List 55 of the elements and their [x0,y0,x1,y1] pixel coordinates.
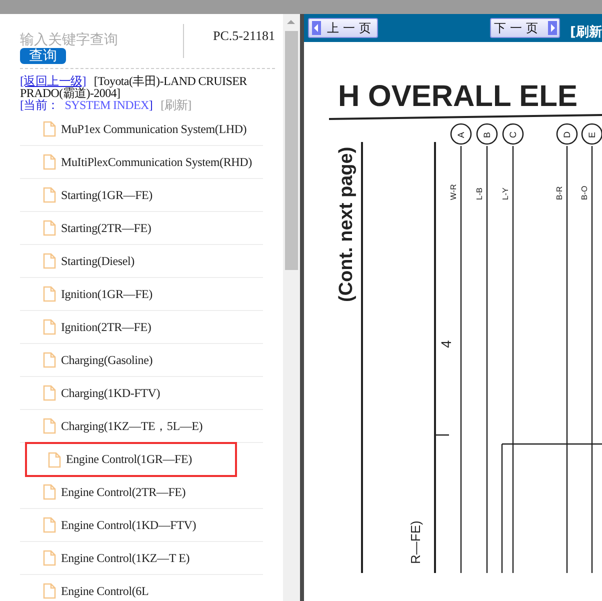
document-icon [43,187,56,203]
back-link[interactable]: [返回上一级] [20,74,86,88]
list-item[interactable]: Charging(Gasoline) [20,344,263,377]
document-icon [43,418,56,434]
wire-label: L-B [475,188,484,200]
document-icon [43,517,56,533]
partial-label: R—FE) [408,520,423,564]
list-item[interactable]: MuP1ex Communication System(LHD) [20,113,263,146]
diagram-heading: H OVERALL ELE [338,80,578,113]
list-item[interactable]: Engine Control(1KZ—T E) [20,542,263,575]
previous-page-button[interactable]: 上一页 [308,18,378,38]
list-item[interactable]: Charging(1KD-FTV) [20,377,263,410]
document-icon [43,220,56,236]
list-item[interactable]: Engine Control(1GR—FE) [25,442,237,477]
document-icon [43,319,56,335]
connector-letter: E [587,132,597,138]
refresh-link[interactable]: [刷新 [570,23,602,41]
page-code: PC.5-21181 [212,27,275,45]
wire-label: W-R [449,184,458,200]
connector-letter: A [456,132,466,138]
wire-label: B-R [555,186,564,200]
connector-letter: D [562,132,572,138]
next-page-button[interactable]: 下一页 [490,18,560,38]
document-icon [43,121,56,137]
current-link[interactable]: SYSTEM INDEX [64,98,149,112]
list-item[interactable]: Charging(1KZ—TE，5L—E) [20,410,263,443]
list-item[interactable]: Ignition(2TR—FE) [20,311,263,344]
document-icon [43,154,56,170]
list-item[interactable]: Ignition(1GR—FE) [20,278,263,311]
scrollbar-thumb[interactable] [285,31,298,270]
connector-letter: C [508,132,518,138]
connector-letter: B [482,132,492,138]
list-item[interactable]: Engine Control(2TR—FE) [20,476,263,509]
list-item[interactable]: Engine Control(6L [20,575,263,601]
side-note: (Cont. next page) [336,146,357,302]
wire-label: L-Y [501,188,510,200]
list-item[interactable]: Starting(Diesel) [20,245,263,278]
diagram-number: 4 [438,340,454,348]
document-icon [43,286,56,302]
document-icon [43,253,56,269]
list-item[interactable]: MuItiPlexCommunication System(RHD) [20,146,263,179]
document-icon [48,452,61,468]
list-item[interactable]: Starting(1GR—FE) [20,179,263,212]
list-item[interactable]: Engine Control(1KD—FTV) [20,509,263,542]
document-icon [43,385,56,401]
list-item[interactable]: Starting(2TR—FE) [20,212,263,245]
scroll-up-icon[interactable] [287,20,295,24]
left-arrow-icon [312,21,321,35]
document-icon [43,484,56,500]
document-icon [43,550,56,566]
right-arrow-icon [548,21,558,35]
document-icon [43,352,56,368]
wire-label: B-O [580,186,589,200]
search-button[interactable]: 查询 [20,48,66,64]
breadcrumb-text: [返回上一级] [Toyota(丰田)-LAND CRUISER PRADO(霸道)-2004] [当前： SYSTEM INDEX] [刷新] [20,75,248,111]
